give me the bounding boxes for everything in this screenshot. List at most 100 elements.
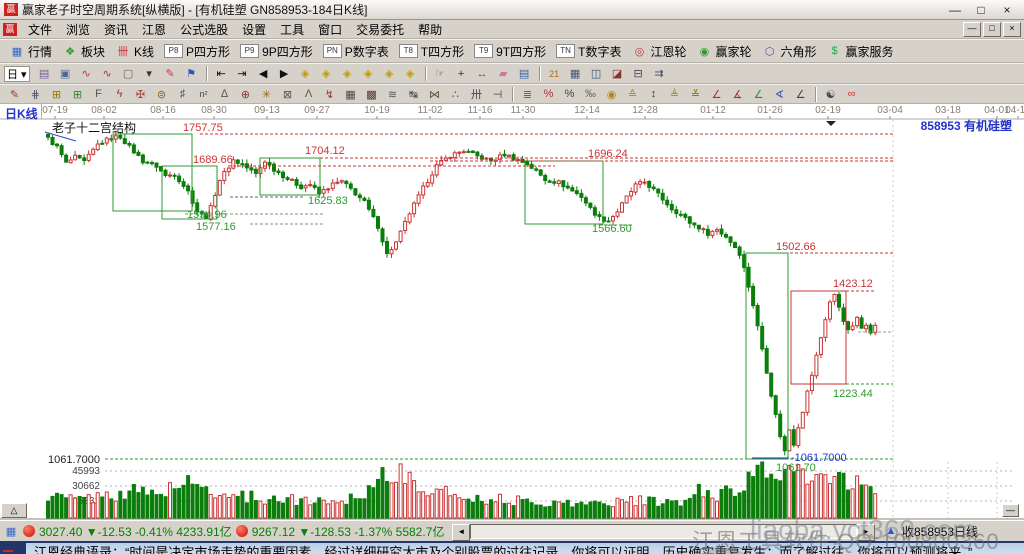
toolbar-sectors-button[interactable]: ❖ 板块 [57,42,110,61]
menu-item-6[interactable]: 设置 [235,20,273,39]
angle-green-icon[interactable]: ∠ [749,86,768,102]
toolbar-9t-square-button[interactable]: T9 9T四方形 [469,42,551,61]
eraser-icon[interactable]: ▰ [494,66,513,82]
pct-lines-icon[interactable]: ‰ [581,86,600,102]
splitter-button[interactable]: — [1002,504,1019,517]
angle-f-icon[interactable]: ∡ [728,86,747,102]
target-icon[interactable]: ⊕ [236,86,255,102]
burst-icon[interactable]: ✳ [257,86,276,102]
menu-item-3[interactable]: 资讯 [97,20,135,39]
toolbar-p-number-table-button[interactable]: PN P数字表 [318,42,394,61]
ratio-icon[interactable]: ≣ [518,86,537,102]
printer-icon[interactable]: ⊟ [629,66,648,82]
diamond-tool-3-icon[interactable]: ◈ [338,66,357,82]
angle-dark-icon[interactable]: ∠ [791,86,810,102]
spiral-icon[interactable]: ϟ [110,86,129,102]
grid-dense-icon[interactable]: ▦ [341,86,360,102]
capsule-tool-icon[interactable]: ▢ [119,66,138,82]
calculator-icon[interactable]: ▦ [566,66,585,82]
dropdown-icon[interactable]: ▾ [140,66,159,82]
n-square-icon[interactable]: n² [194,86,213,102]
export-icon[interactable]: ⇉ [650,66,669,82]
kline-window-icon[interactable]: ▤ [35,66,54,82]
angle-a-icon[interactable]: ∆ [215,86,234,102]
diamond-tool-5-icon[interactable]: ◈ [380,66,399,82]
pan-hand-icon[interactable]: ☞ [431,66,450,82]
save-image-icon[interactable]: ◪ [608,66,627,82]
zigzag-up-icon[interactable]: ∿ [77,66,96,82]
mdi-restore-button[interactable]: □ [983,21,1001,37]
diamond-tool-6-icon[interactable]: ◈ [401,66,420,82]
toolbar-9p-square-button[interactable]: P9 9P四方形 [235,42,318,61]
zigzag-down-icon[interactable]: ∿ [98,66,117,82]
square-grid-2-icon[interactable]: ⊞ [68,86,87,102]
mdi-minimize-button[interactable]: — [963,21,981,37]
tab-arrows-icon[interactable]: ↹ [404,86,423,102]
comb-icon[interactable]: ⋕ [26,86,45,102]
menu-item-8[interactable]: 窗口 [311,20,349,39]
marker-pen-icon[interactable]: ✎ [161,66,180,82]
fib-f-icon[interactable]: F [89,86,108,102]
scroll-track[interactable] [470,523,857,539]
grid-view-icon[interactable]: ▦ [3,525,19,538]
menu-item-4[interactable]: 江恩 [135,20,173,39]
hatch-icon[interactable]: ♯ [173,86,192,102]
step-back-icon[interactable]: ◀ [254,66,273,82]
mdi-close-button[interactable]: × [1003,21,1021,37]
gold-tri-2-icon[interactable]: ≚ [686,86,705,102]
toolbar-quotes-button[interactable]: ▦ 行情 [4,42,57,61]
boxed-x-icon[interactable]: ⊠ [278,86,297,102]
scroll-left-arrow[interactable]: ◄ [452,523,471,541]
flag-tool-icon[interactable]: ⚑ [182,66,201,82]
calendar-icon[interactable]: 21 [545,66,564,82]
lightning-icon[interactable]: ↯ [320,86,339,102]
jump-first-icon[interactable]: ⇤ [212,66,231,82]
minimize-button[interactable]: — [942,3,968,17]
waves-icon[interactable]: ≋ [383,86,402,102]
gold-lines-icon[interactable]: ≙ [623,86,642,102]
pct-icon[interactable]: % [560,86,579,102]
close-button[interactable]: × [994,3,1020,17]
gold-tri-icon[interactable]: ≜ [665,86,684,102]
toolbar-p-square-button[interactable]: P8 P四方形 [159,42,235,61]
panel-layout-icon[interactable]: ▣ [56,66,75,82]
stamp-icon[interactable]: ✠ [131,86,150,102]
chart-canvas[interactable]: 07-19 08-02 08-16 08-30 09-13 09-27 10-19 11-02… [0,104,1024,520]
fence-icon[interactable]: 卅 [467,86,486,102]
diamond-tool-1-icon[interactable]: ◈ [296,66,315,82]
grid-dark-icon[interactable]: ▩ [362,86,381,102]
diamond-tool-2-icon[interactable]: ◈ [317,66,336,82]
toolbar-winner-service-button[interactable]: $ 赢家服务 [822,42,899,61]
measure-h-icon[interactable]: ⊣ [488,86,507,102]
ink-drop-icon[interactable]: ↕ [644,86,663,102]
scroll-right-arrow[interactable]: ► [857,523,875,541]
toolbar-hexagon-button[interactable]: ⬡ 六角形 [757,42,822,61]
yinyang-icon[interactable]: ☯ [821,86,840,102]
diamond-tool-4-icon[interactable]: ◈ [359,66,378,82]
peak-icon[interactable]: Λ [299,86,318,102]
toolbar-winner-wheel-button[interactable]: ◉ 赢家轮 [691,42,756,61]
menu-item-9[interactable]: 交易委托 [349,20,411,39]
maximize-button[interactable]: □ [968,3,994,17]
bowtie-icon[interactable]: ⋈ [425,86,444,102]
measure-icon[interactable]: ↔ [473,66,492,82]
toolbar-gann-wheel-button[interactable]: ◎ 江恩轮 [626,42,691,61]
jump-last-icon[interactable]: ⇥ [233,66,252,82]
menu-item-1[interactable]: 文件 [21,20,59,39]
collapse-panel-button[interactable]: △ [1,503,27,518]
gann-pen-icon[interactable]: ✎ [5,86,24,102]
menu-item-2[interactable]: 浏览 [59,20,97,39]
therefore-icon[interactable]: ∴ [446,86,465,102]
menu-item-10[interactable]: 帮助 [411,20,449,39]
gold-circle-icon[interactable]: ◉ [602,86,621,102]
save-data-icon[interactable]: ◫ [587,66,606,82]
circle-cycle-icon[interactable]: ⊜ [152,86,171,102]
menu-item-7[interactable]: 工具 [273,20,311,39]
period-selector[interactable]: 日 ▾ [4,65,30,82]
angle-blue-icon[interactable]: ∢ [770,86,789,102]
crosshair-icon[interactable]: + [452,66,471,82]
square-grid-icon[interactable]: ⊞ [47,86,66,102]
layers-icon[interactable]: ▤ [515,66,534,82]
toolbar-kline-button[interactable]: 卌 K线 [110,42,159,61]
toolbar-t-square-button[interactable]: T8 T四方形 [394,42,469,61]
